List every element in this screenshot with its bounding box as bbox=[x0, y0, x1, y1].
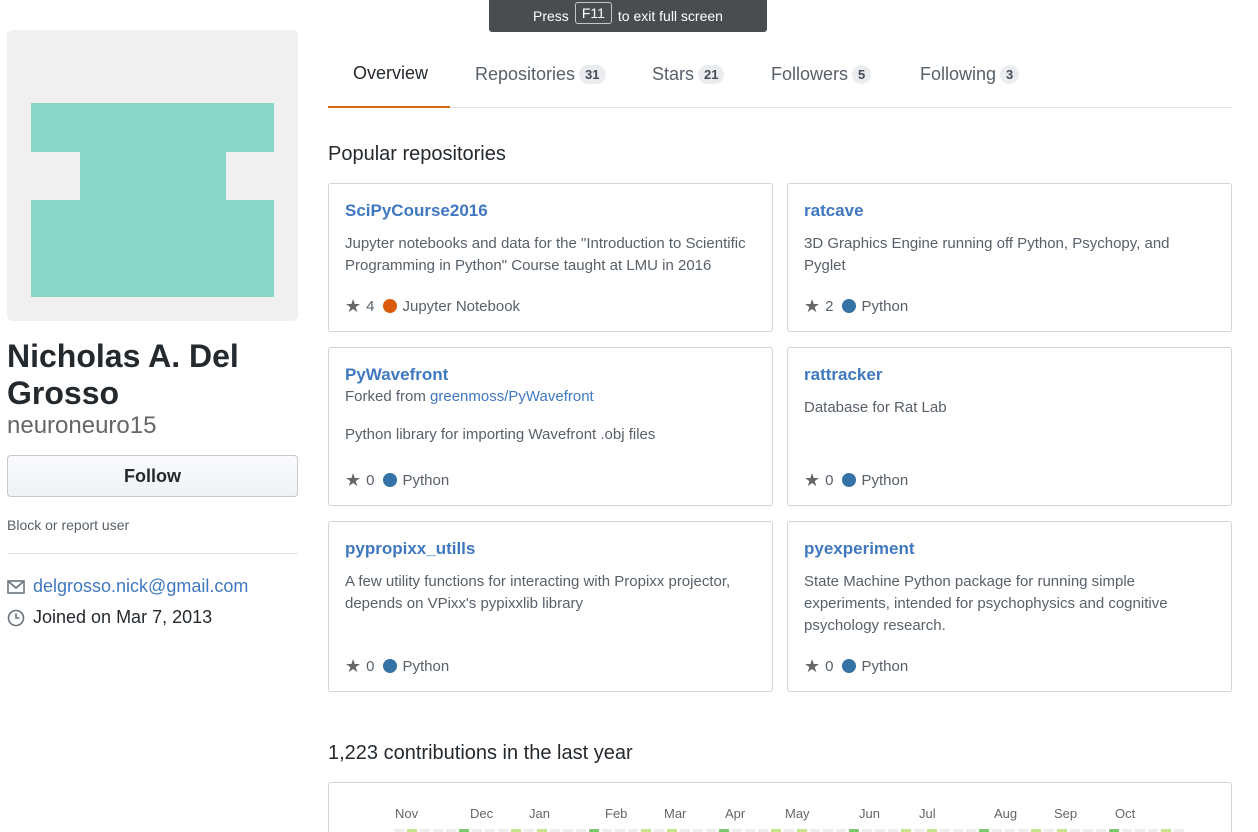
contribution-graph: Nov Dec Jan Feb Mar Apr May Jun Jul Aug … bbox=[328, 782, 1232, 832]
repo-meta: ★ 0 Python bbox=[345, 471, 449, 489]
month-label: Jul bbox=[919, 806, 936, 821]
fullscreen-toast: Press F11 to exit full screen bbox=[489, 0, 767, 32]
tab-count: 31 bbox=[579, 64, 606, 84]
divider bbox=[7, 553, 298, 554]
language-color-dot bbox=[842, 299, 857, 313]
popular-repos-title: Popular repositories bbox=[328, 143, 506, 165]
repo-description: Database for Rat Lab bbox=[804, 399, 947, 416]
repo-name-link[interactable]: rattracker bbox=[804, 365, 1215, 385]
joined-detail: Joined on Mar 7, 2013 bbox=[7, 607, 212, 628]
repo-language: Python bbox=[402, 657, 450, 675]
language-color-dot bbox=[383, 473, 398, 487]
identicon-image bbox=[31, 103, 274, 297]
clock-icon bbox=[7, 609, 25, 626]
repo-language: Python bbox=[861, 297, 909, 315]
repo-card: ratcave 3D Graphics Engine running off P… bbox=[787, 183, 1232, 332]
toast-press-text: Press bbox=[533, 8, 569, 24]
repo-language: Python bbox=[861, 657, 909, 675]
repo-card: pypropixx_utills A few utility functions… bbox=[328, 521, 773, 692]
repo-description: 3D Graphics Engine running off Python, P… bbox=[804, 235, 1170, 274]
profile-username: neuroneuro15 bbox=[7, 412, 157, 439]
tab-following[interactable]: Following 3 bbox=[895, 40, 1044, 108]
repo-card: PyWavefront Forked from greenmoss/PyWave… bbox=[328, 347, 773, 506]
forked-source-link[interactable]: greenmoss/PyWavefront bbox=[430, 388, 594, 405]
profile-full-name: Nicholas A. Del Grosso bbox=[7, 338, 239, 411]
repo-stars: 0 bbox=[366, 471, 375, 489]
star-icon: ★ bbox=[804, 470, 821, 490]
month-label: Dec bbox=[470, 806, 494, 821]
repo-card: pyexperiment State Machine Python packag… bbox=[787, 521, 1232, 692]
language-color-dot bbox=[842, 473, 857, 487]
repo-meta: ★ 0 Python bbox=[345, 657, 449, 675]
month-label: Oct bbox=[1115, 806, 1136, 821]
language-color-dot bbox=[842, 659, 857, 673]
toast-key: F11 bbox=[574, 2, 612, 24]
tab-followers[interactable]: Followers 5 bbox=[746, 40, 896, 108]
mail-icon bbox=[7, 579, 25, 594]
block-report-link[interactable]: Block or report user bbox=[7, 517, 129, 533]
avatar[interactable] bbox=[7, 30, 298, 321]
repo-stars: 0 bbox=[366, 657, 375, 675]
repo-meta: ★ 0 Python bbox=[804, 471, 908, 489]
repo-name-link[interactable]: pyexperiment bbox=[804, 539, 1215, 559]
repo-name-link[interactable]: PyWavefront bbox=[345, 365, 756, 385]
repo-card: SciPyCourse2016 Jupyter notebooks and da… bbox=[328, 183, 773, 332]
joined-text: Joined on Mar 7, 2013 bbox=[33, 607, 213, 627]
month-label: Feb bbox=[605, 806, 628, 821]
tab-count: 21 bbox=[698, 64, 725, 84]
email-link[interactable]: delgrosso.nick@gmail.com bbox=[33, 576, 248, 597]
repo-language: Jupyter Notebook bbox=[402, 297, 521, 315]
month-label: Jan bbox=[529, 806, 550, 821]
month-label: Apr bbox=[725, 806, 746, 821]
tab-label: Followers bbox=[771, 63, 849, 84]
email-detail: delgrosso.nick@gmail.com bbox=[7, 576, 248, 597]
star-icon: ★ bbox=[345, 656, 362, 676]
repo-card: rattracker Database for Rat Lab ★ 0 Pyth… bbox=[787, 347, 1232, 506]
repo-meta: ★ 4 Jupyter Notebook bbox=[345, 297, 520, 315]
month-label: Jun bbox=[859, 806, 880, 821]
month-label: Aug bbox=[994, 806, 1018, 821]
month-label: Mar bbox=[664, 806, 687, 821]
repo-stars: 0 bbox=[825, 657, 834, 675]
star-icon: ★ bbox=[345, 296, 362, 316]
tab-count: 3 bbox=[1000, 64, 1020, 84]
tab-overview[interactable]: Overview bbox=[328, 40, 450, 108]
star-icon: ★ bbox=[804, 296, 821, 316]
repo-language: Python bbox=[861, 471, 909, 489]
tab-stars[interactable]: Stars 21 bbox=[627, 40, 749, 108]
tab-label: Following bbox=[920, 63, 997, 84]
repo-language: Python bbox=[402, 471, 450, 489]
repo-description: Python library for importing Wavefront .… bbox=[345, 426, 656, 443]
repo-description: A few utility functions for interacting … bbox=[345, 573, 731, 612]
repo-meta: ★ 0 Python bbox=[804, 657, 908, 675]
follow-button[interactable]: Follow bbox=[7, 455, 298, 497]
language-color-dot bbox=[383, 659, 398, 673]
tab-label: Stars bbox=[652, 63, 695, 84]
tab-repositories[interactable]: Repositories 31 bbox=[450, 40, 631, 108]
month-label: May bbox=[785, 806, 810, 821]
forked-prefix: Forked from bbox=[345, 388, 426, 405]
contributions-title: 1,223 contributions in the last year bbox=[328, 742, 633, 764]
repo-description: State Machine Python package for running… bbox=[804, 573, 1168, 634]
tab-label: Overview bbox=[353, 62, 429, 83]
tab-label: Repositories bbox=[475, 63, 576, 84]
tab-count: 5 bbox=[852, 64, 872, 84]
repo-description: Jupyter notebooks and data for the "Intr… bbox=[345, 235, 746, 274]
repo-stars: 4 bbox=[366, 297, 375, 315]
star-icon: ★ bbox=[345, 470, 362, 490]
forked-from: Forked from greenmoss/PyWavefront bbox=[345, 388, 756, 405]
repo-name-link[interactable]: ratcave bbox=[804, 201, 1215, 221]
language-color-dot bbox=[383, 299, 398, 313]
repo-name-link[interactable]: pypropixx_utills bbox=[345, 539, 756, 559]
star-icon: ★ bbox=[804, 656, 821, 676]
repo-stars: 0 bbox=[825, 471, 834, 489]
profile-tabs: Overview Repositories 31 Stars 21 Follow… bbox=[328, 40, 1232, 108]
repo-meta: ★ 2 Python bbox=[804, 297, 908, 315]
repo-name-link[interactable]: SciPyCourse2016 bbox=[345, 201, 756, 221]
month-label: Nov bbox=[395, 806, 419, 821]
toast-rest-text: to exit full screen bbox=[617, 8, 723, 24]
repo-stars: 2 bbox=[825, 297, 834, 315]
month-label: Sep bbox=[1054, 806, 1078, 821]
